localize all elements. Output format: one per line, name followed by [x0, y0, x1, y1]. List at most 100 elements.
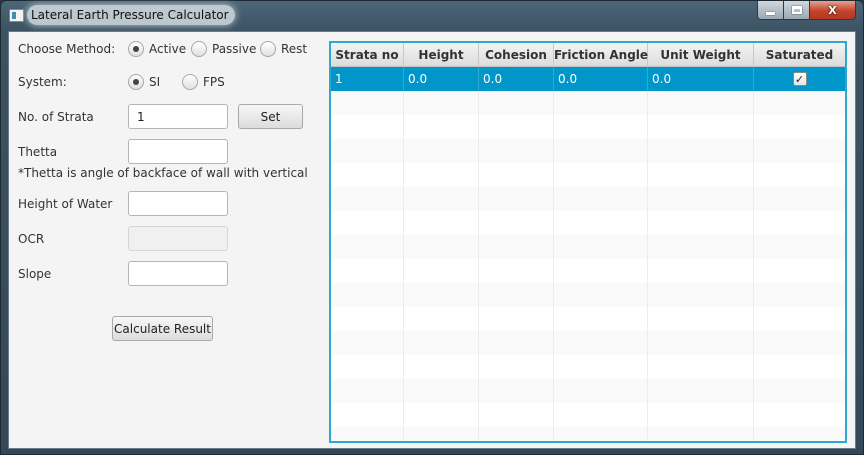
table-cell-empty	[754, 259, 845, 283]
table-row-empty[interactable]	[331, 235, 845, 259]
cell-friction-angle[interactable]: 0.0	[554, 67, 648, 91]
radio-rest[interactable]: Rest	[260, 41, 307, 57]
minimize-button[interactable]	[757, 1, 784, 20]
table-cell-empty	[554, 187, 648, 211]
table-row-empty[interactable]	[331, 331, 845, 355]
column-header-saturated[interactable]: Saturated	[754, 43, 845, 67]
table-cell-empty	[648, 235, 754, 259]
calculate-result-button[interactable]: Calculate Result	[112, 316, 213, 341]
table-cell-empty	[404, 91, 479, 115]
radio-passive-indicator	[191, 41, 207, 57]
title-bar[interactable]: Lateral Earth Pressure Calculator X	[1, 1, 863, 31]
thetta-input[interactable]	[128, 139, 228, 164]
cell-unit-weight[interactable]: 0.0	[648, 67, 754, 91]
table-cell-empty	[331, 307, 404, 331]
cell-saturated: ✓	[754, 67, 845, 91]
table-cell-empty	[404, 211, 479, 235]
table-cell-empty	[479, 139, 554, 163]
table-cell-empty	[554, 427, 648, 441]
table-cell-empty	[754, 403, 845, 427]
saturated-checkbox[interactable]: ✓	[792, 72, 807, 86]
radio-passive[interactable]: Passive	[191, 41, 256, 57]
empty-rows	[331, 91, 845, 441]
table-cell-empty	[554, 259, 648, 283]
table-cell-empty	[479, 259, 554, 283]
table-cell-empty	[404, 403, 479, 427]
table-cell-empty	[404, 235, 479, 259]
radio-passive-label: Passive	[212, 42, 257, 56]
table-cell-empty	[648, 187, 754, 211]
table-row-empty[interactable]	[331, 283, 845, 307]
slope-input[interactable]	[128, 261, 228, 286]
table-cell-empty	[404, 427, 479, 441]
table-cell-empty	[404, 379, 479, 403]
table-row-empty[interactable]	[331, 91, 845, 115]
table-cell-empty	[404, 355, 479, 379]
radio-fps[interactable]: FPS	[182, 74, 225, 90]
table-row-empty[interactable]	[331, 139, 845, 163]
thetta-note: *Thetta is angle of backface of wall wit…	[18, 166, 308, 180]
cell-cohesion[interactable]: 0.0	[479, 67, 554, 91]
table-cell-empty	[754, 211, 845, 235]
column-header-friction-angle[interactable]: Friction Angle	[554, 43, 648, 67]
table-row-empty[interactable]	[331, 115, 845, 139]
table-cell-empty	[331, 139, 404, 163]
water-height-input[interactable]	[128, 191, 228, 216]
table-row-empty[interactable]	[331, 211, 845, 235]
table-cell-empty	[331, 331, 404, 355]
table-cell-empty	[554, 91, 648, 115]
table-cell-empty	[554, 139, 648, 163]
table-cell-empty	[479, 379, 554, 403]
system-label: System:	[18, 75, 67, 89]
table-cell-empty	[479, 115, 554, 139]
maximize-button[interactable]	[784, 1, 810, 20]
method-label: Choose Method:	[18, 42, 116, 56]
table-row-empty[interactable]	[331, 379, 845, 403]
table-cell-empty	[648, 139, 754, 163]
water-label: Height of Water	[18, 197, 113, 211]
checkmark-icon: ✓	[794, 72, 805, 86]
column-header-height[interactable]: Height	[404, 43, 479, 67]
column-header-strata-no[interactable]: Strata no	[331, 43, 404, 67]
table-cell-empty	[648, 379, 754, 403]
table-row-empty[interactable]	[331, 259, 845, 283]
radio-active[interactable]: Active	[128, 41, 186, 57]
table-cell-empty	[754, 115, 845, 139]
column-header-unit-weight[interactable]: Unit Weight	[648, 43, 754, 67]
maximize-icon	[791, 6, 802, 14]
table-row-empty[interactable]	[331, 355, 845, 379]
table-cell-empty	[554, 283, 648, 307]
table-cell-empty	[554, 115, 648, 139]
window-title: Lateral Earth Pressure Calculator	[27, 5, 235, 25]
app-icon	[9, 9, 24, 22]
table-cell-empty	[754, 355, 845, 379]
set-button[interactable]: Set	[238, 104, 303, 129]
radio-si[interactable]: SI	[128, 74, 160, 90]
table-cell-empty	[331, 259, 404, 283]
table-cell-empty	[648, 211, 754, 235]
table-row-empty[interactable]	[331, 403, 845, 427]
table-cell-empty	[479, 235, 554, 259]
strata-input[interactable]	[128, 104, 228, 129]
radio-fps-indicator	[182, 74, 198, 90]
table-cell-empty	[331, 115, 404, 139]
table-cell-empty	[648, 163, 754, 187]
table-row[interactable]: 1 0.0 0.0 0.0 0.0 ✓	[331, 67, 845, 91]
cell-strata-no[interactable]: 1	[331, 67, 404, 91]
table-cell-empty	[754, 427, 845, 441]
table-cell-empty	[404, 331, 479, 355]
table-row-empty[interactable]	[331, 307, 845, 331]
close-button[interactable]: X	[810, 1, 856, 20]
table-cell-empty	[331, 403, 404, 427]
table-row-empty[interactable]	[331, 187, 845, 211]
strata-label: No. of Strata	[18, 110, 94, 124]
table-cell-empty	[754, 379, 845, 403]
strata-table[interactable]: Strata no Height Cohesion Friction Angle…	[329, 41, 847, 443]
cell-height[interactable]: 0.0	[404, 67, 479, 91]
table-cell-empty	[648, 427, 754, 441]
table-cell-empty	[479, 211, 554, 235]
table-row-empty[interactable]	[331, 427, 845, 441]
table-row-empty[interactable]	[331, 163, 845, 187]
column-header-cohesion[interactable]: Cohesion	[479, 43, 554, 67]
table-cell-empty	[404, 259, 479, 283]
